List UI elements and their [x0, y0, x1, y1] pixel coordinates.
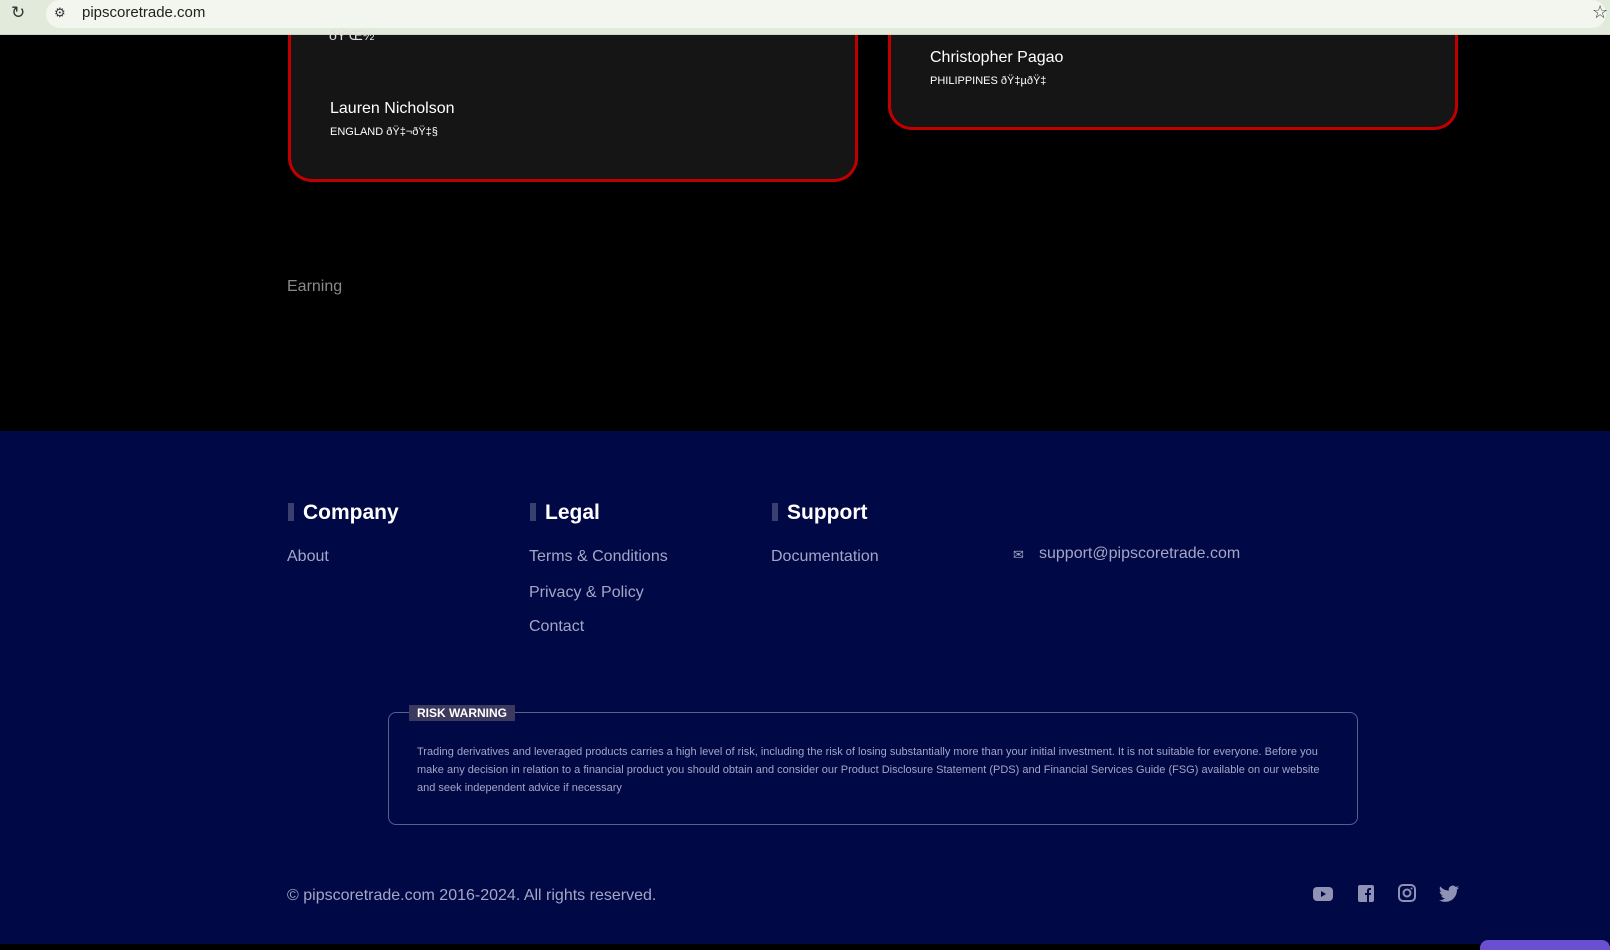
- testimonial-name: Lauren Nicholson: [330, 100, 455, 117]
- footer-link-contact[interactable]: Contact: [529, 618, 584, 636]
- browser-toolbar: ↻ ⚙ pipscoretrade.com ☆: [0, 0, 1610, 35]
- footer-heading-company: Company: [288, 501, 399, 525]
- risk-warning-text: Trading derivatives and leveraged produc…: [417, 746, 1320, 794]
- copyright: © pipscoretrade.com 2016-2024. All right…: [287, 887, 657, 904]
- chat-widget-button[interactable]: [1480, 940, 1610, 950]
- facebook-icon[interactable]: [1355, 884, 1377, 904]
- reload-icon[interactable]: ↻: [11, 3, 25, 23]
- url-text[interactable]: pipscoretrade.com: [82, 4, 205, 21]
- site-info-icon[interactable]: ⚙: [54, 5, 66, 21]
- section-label: Earning: [287, 278, 343, 295]
- testimonial-country: PHILIPPINES ðŸ‡µðŸ‡: [930, 75, 1047, 87]
- address-bar[interactable]: [46, 0, 1606, 28]
- twitter-icon[interactable]: [1438, 884, 1460, 904]
- risk-warning-label: RISK WARNING: [409, 705, 515, 721]
- footer-link-documentation[interactable]: Documentation: [771, 548, 879, 566]
- testimonial-name: Christopher Pagao: [930, 49, 1064, 66]
- youtube-icon[interactable]: [1312, 884, 1334, 904]
- risk-warning-box: RISK WARNING Trading derivatives and lev…: [388, 705, 1358, 825]
- testimonial-card: Christopher Pagao PHILIPPINES ðŸ‡µðŸ‡: [888, 35, 1458, 130]
- envelope-icon: ✉: [1013, 547, 1024, 562]
- testimonial-text: ðŸ'Œ½: [329, 27, 375, 43]
- testimonial-country: ENGLAND ðŸ‡¬ðŸ‡§: [330, 126, 438, 138]
- instagram-icon[interactable]: [1396, 884, 1418, 904]
- footer-link-about[interactable]: About: [287, 548, 329, 566]
- footer: Company About Legal Terms & Conditions P…: [0, 431, 1610, 944]
- support-email-link[interactable]: support@pipscoretrade.com: [1039, 545, 1240, 563]
- footer-link-terms[interactable]: Terms & Conditions: [529, 548, 668, 566]
- footer-link-privacy[interactable]: Privacy & Policy: [529, 584, 644, 602]
- bookmark-star-icon[interactable]: ☆: [1592, 2, 1608, 23]
- footer-heading-legal: Legal: [530, 501, 600, 525]
- testimonial-card: ðŸ'Œ½ Lauren Nicholson ENGLAND ðŸ‡¬ðŸ‡§: [288, 27, 858, 182]
- footer-heading-support: Support: [772, 501, 867, 525]
